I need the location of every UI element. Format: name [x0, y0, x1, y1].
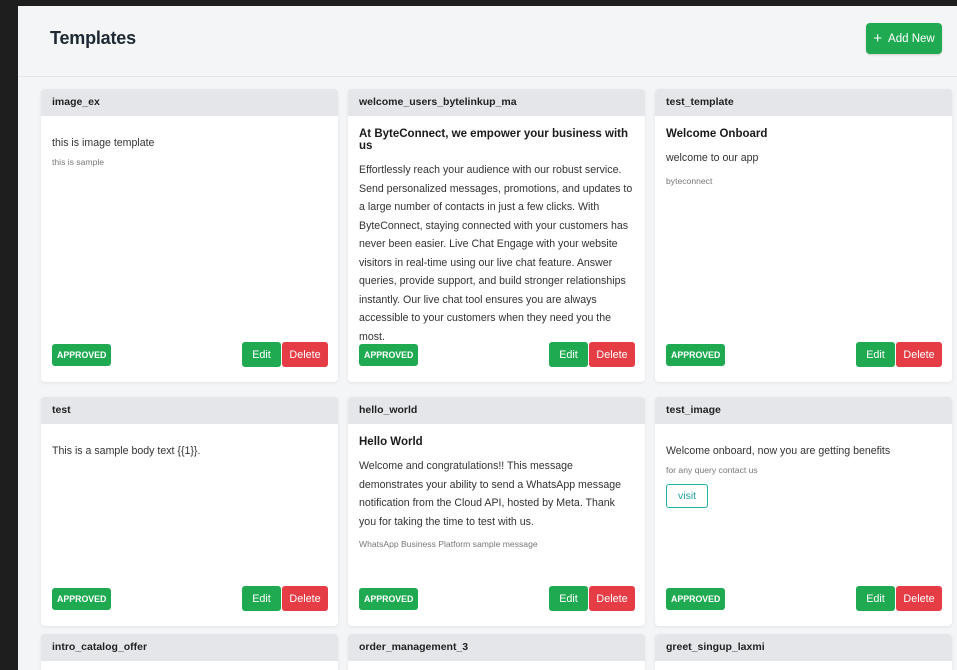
status-badge: APPROVED: [52, 344, 112, 366]
template-footer-text: byteconnect: [666, 175, 713, 186]
template-card: test This is a sample body text {{1}}. A…: [41, 397, 338, 626]
delete-button[interactable]: Delete: [589, 342, 635, 367]
template-body: This is a sample body text {{1}}.: [41, 424, 338, 461]
plus-icon: +: [873, 30, 883, 47]
template-body-text: this is image template: [52, 137, 155, 149]
delete-button[interactable]: Delete: [282, 586, 328, 611]
template-card: welcome_users_bytelinkup_ma At ByteConne…: [348, 89, 645, 382]
edit-button[interactable]: Edit: [856, 586, 895, 611]
status-badge: APPROVED: [52, 588, 112, 610]
template-name: order_management_3: [348, 634, 645, 661]
page-title: Templates: [50, 28, 136, 48]
template-body-text: Welcome onboard, now you are getting ben…: [666, 445, 891, 457]
edit-button[interactable]: Edit: [242, 342, 281, 367]
template-body-text: This is a sample body text {{1}}.: [52, 445, 201, 457]
template-card: intro_catalog_offer: [41, 634, 338, 670]
template-card: test_template Welcome Onboard welcome to…: [655, 89, 952, 382]
template-name: test: [41, 397, 338, 424]
template-card: order_management_3: [348, 634, 645, 670]
template-name: test_image: [655, 397, 952, 424]
template-name: hello_world: [348, 397, 645, 424]
status-badge: APPROVED: [666, 588, 726, 610]
template-name: welcome_users_bytelinkup_ma: [348, 89, 645, 116]
delete-button[interactable]: Delete: [896, 586, 942, 611]
template-body: At ByteConnect, we empower your business…: [348, 116, 645, 346]
visit-button[interactable]: visit: [666, 483, 709, 508]
template-card: test_image Welcome onboard, now you are …: [655, 397, 952, 626]
template-body-text: Effortlessly reach your audience with ou…: [359, 164, 633, 343]
status-badge: APPROVED: [359, 588, 419, 610]
status-badge: APPROVED: [666, 344, 726, 366]
delete-button[interactable]: Delete: [896, 342, 942, 367]
template-title: Hello World: [359, 436, 423, 448]
template-title: Welcome Onboard: [666, 128, 768, 140]
add-new-label: Add New: [888, 32, 935, 45]
template-name: test_template: [655, 89, 952, 116]
template-body: Welcome onboard, now you are getting ben…: [655, 424, 952, 508]
edit-button[interactable]: Edit: [242, 586, 281, 611]
template-card: image_ex this is image template this is …: [41, 89, 338, 382]
edit-button[interactable]: Edit: [549, 342, 588, 367]
template-body: this is image template this is sample: [41, 116, 338, 167]
template-title: At ByteConnect, we empower your business…: [359, 128, 629, 152]
add-new-button[interactable]: + Add New: [866, 23, 942, 54]
template-name: intro_catalog_offer: [41, 634, 338, 661]
template-body: Hello World Welcome and congratulations!…: [348, 424, 645, 549]
delete-button[interactable]: Delete: [282, 342, 328, 367]
template-name: image_ex: [41, 89, 338, 116]
template-footer-text: WhatsApp Business Platform sample messag…: [359, 539, 538, 549]
page-header: Templates + Add New: [18, 6, 957, 77]
edit-button[interactable]: Edit: [549, 586, 588, 611]
template-card: greet_singup_laxmi: [655, 634, 952, 670]
template-name: greet_singup_laxmi: [655, 634, 952, 661]
template-footer-text: for any query contact us: [666, 464, 758, 475]
status-badge: APPROVED: [359, 344, 419, 366]
delete-button[interactable]: Delete: [589, 586, 635, 611]
template-body: Welcome Onboard welcome to our app bytec…: [655, 116, 952, 186]
template-body-text: Welcome and congratulations!! This messa…: [359, 460, 622, 528]
template-card: hello_world Hello World Welcome and cong…: [348, 397, 645, 626]
templates-panel: Templates + Add New image_ex this is ima…: [18, 6, 957, 670]
template-body-text: welcome to our app: [666, 152, 759, 164]
template-footer-text: this is sample: [52, 156, 105, 167]
edit-button[interactable]: Edit: [856, 342, 895, 367]
